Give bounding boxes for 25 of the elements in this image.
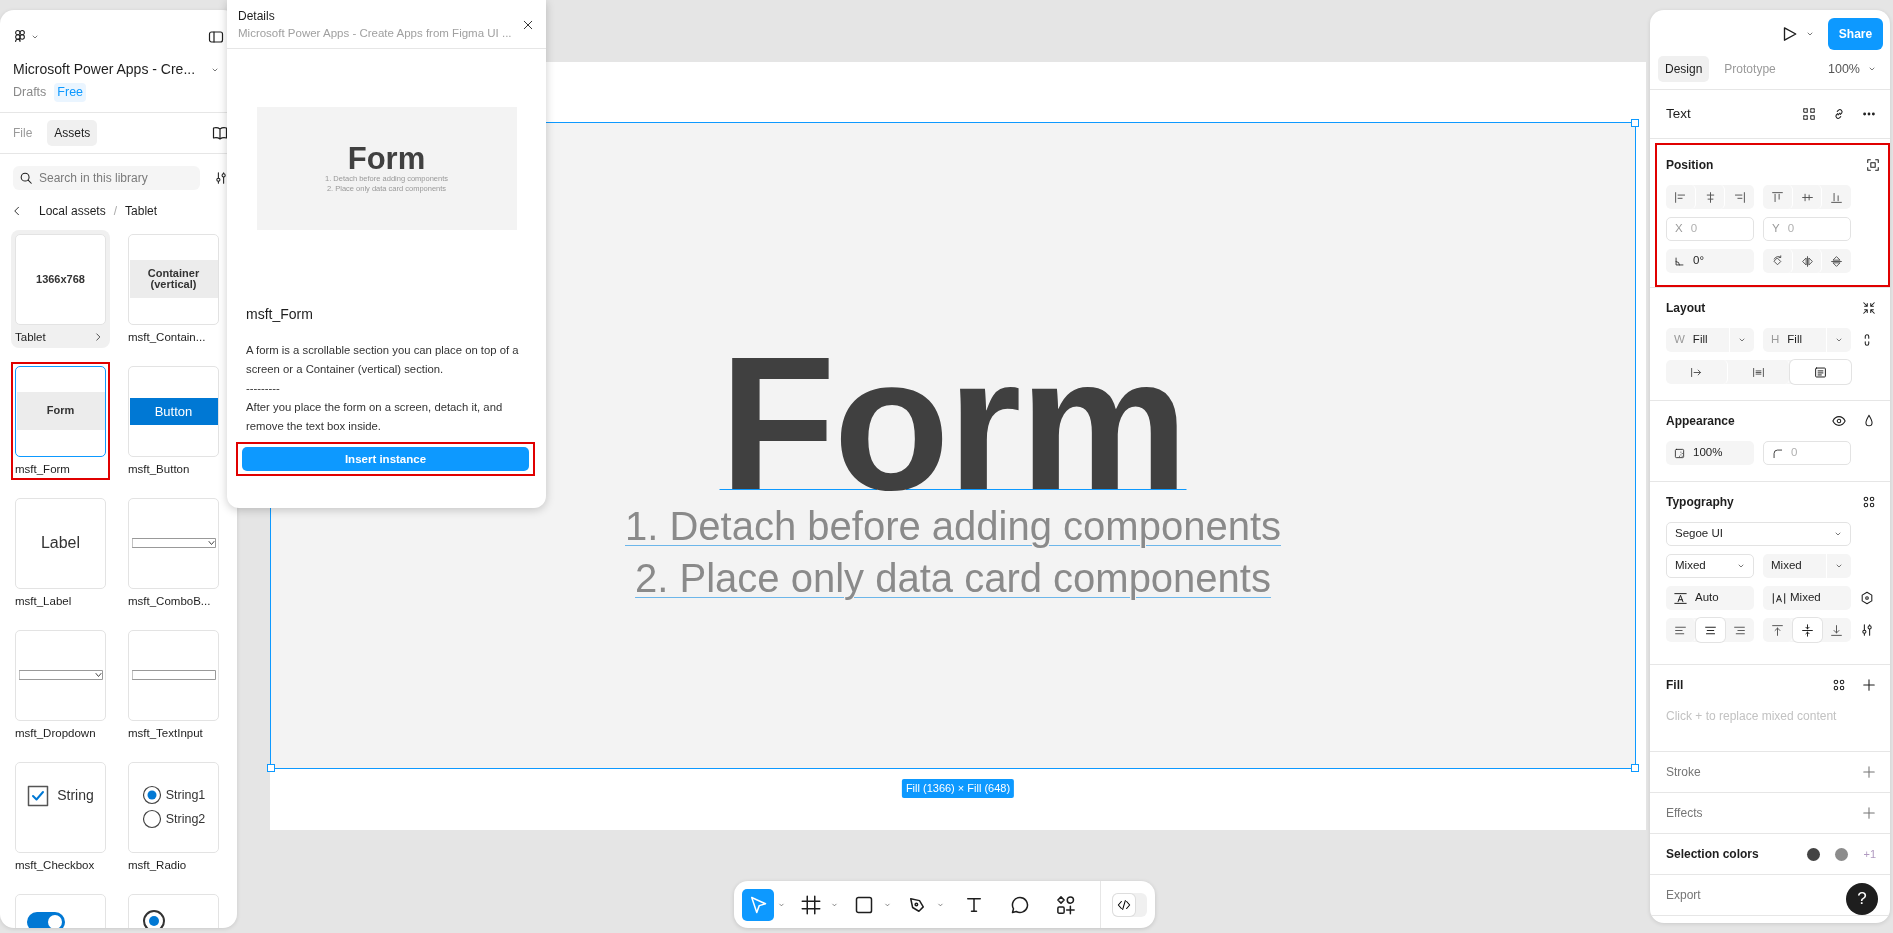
section-title: Export (1666, 887, 1701, 904)
preview-text: String1 (165, 786, 206, 804)
fill-hint-text: Click + to replace mixed content (1665, 708, 1838, 725)
section-title: Fill (1666, 677, 1684, 694)
popup-title: Details (238, 8, 276, 25)
section-title: Layout (1666, 300, 1706, 317)
preview-text: String (57, 786, 94, 806)
breadcrumb-separator: / (113, 202, 118, 220)
section-title: Position (1666, 157, 1714, 174)
section-title: Effects (1666, 805, 1703, 822)
section-title: Stroke (1666, 764, 1701, 781)
preview-text: String2 (165, 810, 206, 828)
button-preview: Button (129, 397, 218, 425)
section-title: Text (1666, 104, 1691, 123)
section-title: Appearance (1666, 413, 1735, 430)
preview-text: Form (46, 405, 75, 417)
section-title: Typography (1666, 494, 1734, 511)
preview-text: Label (40, 533, 81, 554)
popup-subtitle: Microsoft Power Apps - Create Apps from Figma UI ... (238, 26, 512, 41)
preview-heading: Form (347, 142, 426, 174)
dimension-label: Fill (1366) × Fill (648) (901, 779, 1015, 798)
plan-badge: Free (54, 83, 87, 102)
preview-text: 1366x768 (36, 272, 85, 287)
preview-text: Container (vertical) (146, 267, 201, 291)
section-title: Selection colors (1666, 846, 1759, 863)
